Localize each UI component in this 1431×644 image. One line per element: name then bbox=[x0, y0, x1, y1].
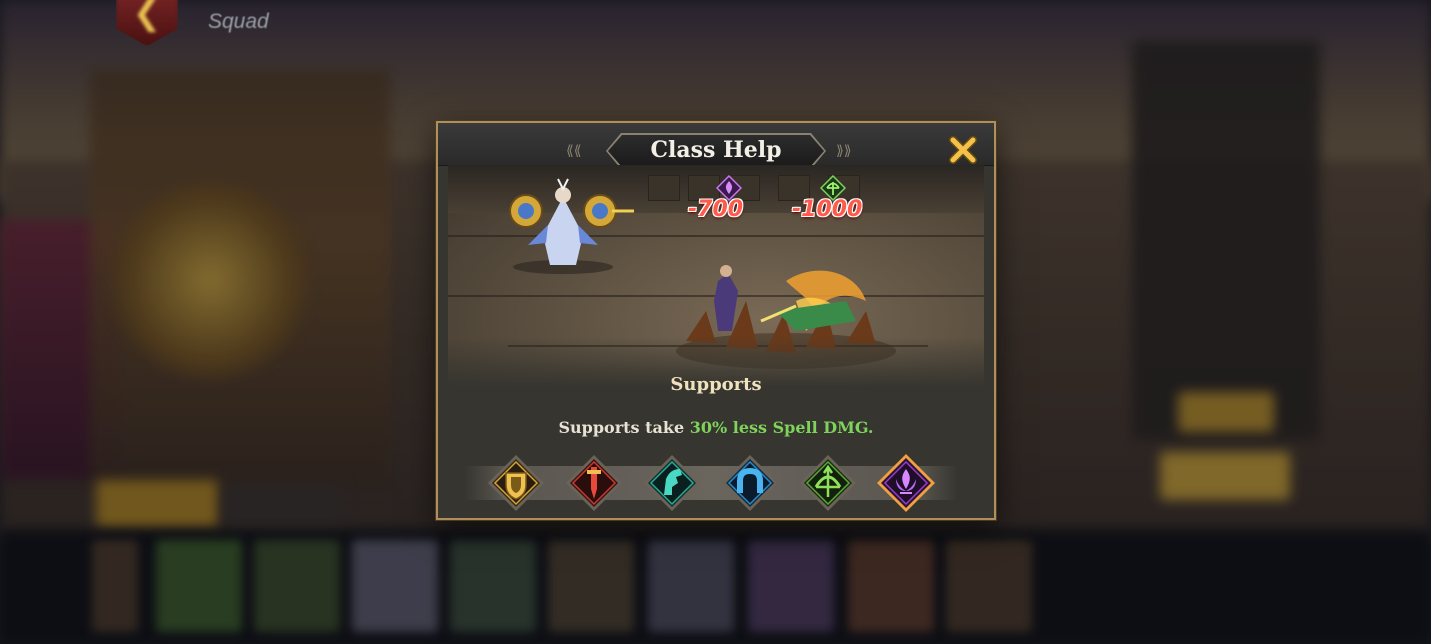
class-help-dialog: ⟪⟪ ⟫⟫ Class Help -700 -1000 Supports Sup… bbox=[436, 121, 996, 520]
class-selector bbox=[486, 453, 956, 515]
back-button[interactable]: ❮ bbox=[116, 0, 178, 46]
close-button[interactable] bbox=[946, 133, 980, 167]
physical-damage-number: -1000 bbox=[792, 197, 863, 222]
sword-icon bbox=[566, 455, 622, 511]
class-warrior-button[interactable] bbox=[564, 453, 624, 513]
horse-head-icon bbox=[644, 455, 700, 511]
class-mage-button[interactable] bbox=[720, 453, 780, 513]
bow-arrow-icon bbox=[800, 455, 856, 511]
class-name-label: Supports bbox=[670, 374, 762, 395]
close-x-icon bbox=[949, 136, 977, 164]
title-ornament-right-icon: ⟫⟫ bbox=[836, 143, 852, 159]
lotus-flame-icon bbox=[877, 454, 935, 512]
support-hero-figure bbox=[509, 178, 634, 274]
class-support-button[interactable] bbox=[876, 453, 936, 513]
spell-damage-number: -700 bbox=[688, 197, 744, 222]
back-arrow-icon: ❮ bbox=[132, 0, 162, 33]
title-ornament-left-icon: ⟪⟪ bbox=[566, 143, 582, 159]
class-assassin-button[interactable] bbox=[642, 453, 702, 513]
dialog-header: ⟪⟪ ⟫⟫ Class Help bbox=[438, 123, 994, 166]
horseshoe-magnet-icon bbox=[722, 455, 778, 511]
description-text: Supports take bbox=[558, 418, 690, 437]
top-bar: ❮ Squad bbox=[88, 0, 269, 46]
description-highlight: 30% less Spell DMG. bbox=[689, 418, 874, 437]
shield-icon bbox=[488, 455, 544, 511]
class-tank-button[interactable] bbox=[486, 453, 546, 513]
screen-title: Squad bbox=[208, 10, 269, 33]
class-description: Supports take 30% less Spell DMG. bbox=[438, 418, 994, 437]
battle-scene-illustration: -700 -1000 bbox=[448, 165, 984, 387]
dialog-title: Class Help bbox=[650, 137, 782, 163]
class-ranger-button[interactable] bbox=[798, 453, 858, 513]
